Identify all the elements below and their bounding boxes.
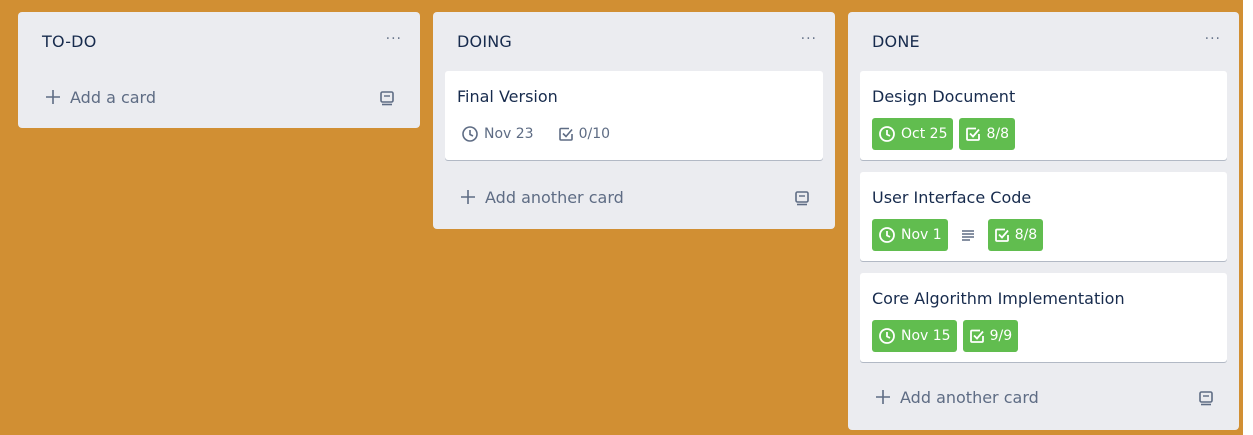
due-date-text: Oct 25	[901, 126, 948, 142]
card-template-icon[interactable]	[1197, 389, 1215, 407]
description-icon	[961, 230, 974, 241]
list-menu-button[interactable]: ···	[801, 32, 817, 46]
checklist-text: 9/9	[989, 328, 1013, 344]
checklist-icon	[969, 329, 984, 343]
due-date-text: Nov 15	[901, 328, 951, 344]
plus-icon	[46, 90, 60, 104]
add-card-button[interactable]: Add a card	[30, 80, 408, 116]
checklist-icon	[558, 127, 573, 141]
due-date-badge[interactable]: Nov 15	[872, 320, 957, 352]
checklist-text: 8/8	[986, 126, 1010, 142]
checklist-text: 8/8	[1014, 227, 1038, 243]
list-menu-button[interactable]: ···	[386, 32, 402, 46]
card-template-icon[interactable]	[793, 189, 811, 207]
checklist-badge: 0/10	[554, 118, 616, 150]
list-todo: TO-DO ··· Add a card	[18, 12, 420, 128]
list-done: DONE ··· Design Document Oct 25 8/8 User…	[848, 12, 1239, 430]
card-user-interface-code[interactable]: User Interface Code Nov 1 8/8	[860, 172, 1227, 261]
add-card-label: Add another card	[900, 388, 1039, 407]
clock-icon	[879, 328, 895, 344]
card-badges: Oct 25 8/8	[872, 118, 1021, 150]
checklist-text: 0/10	[578, 126, 611, 142]
checklist-icon	[966, 127, 981, 141]
card-badges: Nov 15 9/9	[872, 320, 1024, 352]
due-date-badge[interactable]: Nov 23	[457, 118, 540, 150]
checklist-badge: 8/8	[959, 118, 1016, 150]
checklist-icon	[994, 228, 1009, 242]
card-title: Final Version	[457, 87, 558, 106]
list-header[interactable]: DONE ···	[848, 12, 1239, 60]
list-header[interactable]: TO-DO ···	[18, 12, 420, 60]
card-title: Design Document	[872, 87, 1016, 106]
list-header[interactable]: DOING ···	[433, 12, 835, 60]
add-card-button[interactable]: Add another card	[860, 380, 1227, 416]
plus-icon	[876, 390, 890, 404]
card-title: Core Algorithm Implementation	[872, 289, 1125, 308]
card-design-document[interactable]: Design Document Oct 25 8/8	[860, 71, 1227, 160]
checklist-badge: 8/8	[987, 219, 1044, 251]
list-doing: DOING ··· Final Version Nov 23 0/10 Add …	[433, 12, 835, 229]
list-title[interactable]: DOING	[457, 32, 512, 51]
card-template-icon[interactable]	[378, 89, 396, 107]
due-date-text: Nov 23	[484, 126, 534, 142]
due-date-badge[interactable]: Nov 1	[872, 219, 948, 251]
clock-icon	[879, 227, 895, 243]
add-card-label: Add another card	[485, 188, 624, 207]
list-menu-button[interactable]: ···	[1205, 32, 1221, 46]
due-date-badge[interactable]: Oct 25	[872, 118, 954, 150]
card-title: User Interface Code	[872, 188, 1032, 207]
clock-icon	[462, 126, 478, 142]
due-date-text: Nov 1	[901, 227, 942, 243]
card-badges: Nov 23 0/10	[457, 118, 622, 150]
add-card-button[interactable]: Add another card	[445, 180, 823, 216]
checklist-badge: 9/9	[962, 320, 1019, 352]
clock-icon	[879, 126, 895, 142]
card-badges: Nov 1 8/8	[872, 219, 1049, 251]
add-card-label: Add a card	[70, 88, 157, 107]
plus-icon	[461, 190, 475, 204]
board: TO-DO ··· Add a card DOING ··· Final Ver…	[0, 0, 1243, 435]
card-core-algorithm-implementation[interactable]: Core Algorithm Implementation Nov 15 9/9	[860, 273, 1227, 362]
card-final-version[interactable]: Final Version Nov 23 0/10	[445, 71, 823, 160]
description-badge	[954, 219, 982, 251]
list-title[interactable]: TO-DO	[42, 32, 97, 51]
list-title[interactable]: DONE	[872, 32, 920, 51]
